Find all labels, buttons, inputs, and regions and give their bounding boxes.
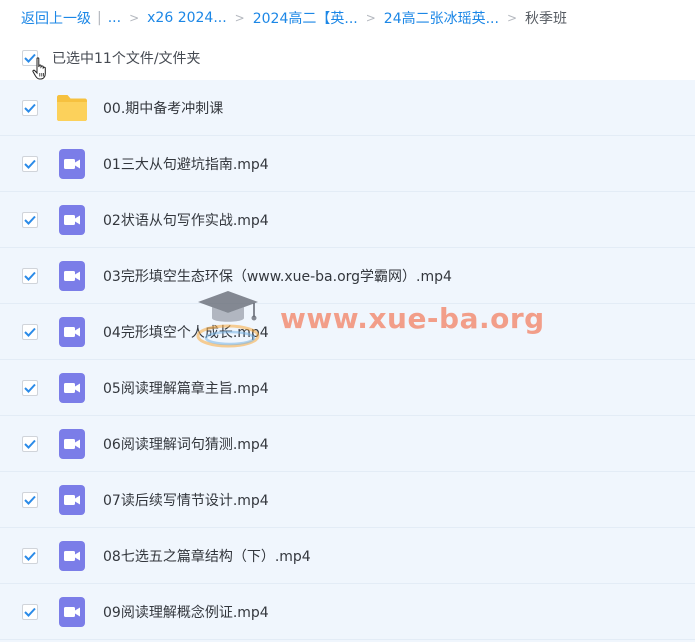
checkmark-icon: [24, 495, 36, 505]
video-file-icon: [59, 597, 85, 627]
video-file-icon: [59, 541, 85, 571]
row-checkbox[interactable]: [22, 155, 38, 172]
checkmark-icon: [24, 607, 36, 617]
checkmark-icon: [24, 103, 36, 113]
select-all-row: 已选中11个文件/文件夹: [22, 49, 201, 80]
file-name[interactable]: 03完形填空生态环保（www.xue-ba.org学霸网）.mp4: [103, 266, 452, 286]
breadcrumb-pipe: |: [97, 10, 102, 26]
checkmark-icon: [24, 383, 36, 393]
hand-pointer-icon: [32, 57, 46, 80]
file-row-video[interactable]: 05阅读理解篇章主旨.mp4: [0, 360, 695, 416]
row-checkbox[interactable]: [22, 267, 38, 284]
video-file-icon: [59, 317, 85, 347]
row-checkbox[interactable]: [22, 547, 38, 564]
chevron-right-icon: >: [365, 11, 376, 25]
checkmark-icon: [24, 551, 36, 561]
folder-icon: [57, 95, 87, 121]
file-name[interactable]: 07读后续写情节设计.mp4: [103, 490, 269, 510]
selection-count-label: 已选中11个文件/文件夹: [52, 51, 201, 67]
checkmark-icon: [24, 327, 36, 337]
file-row-video[interactable]: 01三大从句避坑指南.mp4: [0, 136, 695, 192]
video-file-icon: [59, 373, 85, 403]
breadcrumb: 返回上一级 | ... > x26 2024... > 2024高二【英... …: [21, 8, 567, 28]
file-row-folder[interactable]: 00.期中备考冲刺课: [0, 80, 695, 136]
breadcrumb-item-3[interactable]: 24高二张冰瑶英...: [384, 8, 499, 28]
row-checkbox[interactable]: [22, 211, 38, 228]
checkmark-icon: [24, 215, 36, 225]
video-file-icon: [59, 429, 85, 459]
file-name[interactable]: 05阅读理解篇章主旨.mp4: [103, 378, 269, 398]
video-file-icon: [59, 261, 85, 291]
row-checkbox[interactable]: [22, 435, 38, 452]
file-row-video[interactable]: 09阅读理解概念例证.mp4: [0, 584, 695, 640]
file-name[interactable]: 06阅读理解词句猜测.mp4: [103, 434, 269, 454]
breadcrumb-ellipsis[interactable]: ...: [108, 10, 121, 26]
file-name[interactable]: 02状语从句写作实战.mp4: [103, 210, 269, 230]
row-checkbox[interactable]: [22, 323, 38, 340]
file-row-video[interactable]: 07读后续写情节设计.mp4: [0, 472, 695, 528]
file-row-video[interactable]: 04完形填空个人成长.mp4: [0, 304, 695, 360]
file-row-video[interactable]: 08七选五之篇章结构（下）.mp4: [0, 528, 695, 584]
checkmark-icon: [24, 159, 36, 169]
row-checkbox[interactable]: [22, 99, 38, 116]
video-file-icon: [59, 485, 85, 515]
breadcrumb-back-link[interactable]: 返回上一级: [21, 8, 91, 28]
video-file-icon: [59, 205, 85, 235]
breadcrumb-current: 秋季班: [525, 11, 568, 27]
file-list: 00.期中备考冲刺课 01三大从句避坑指南.mp4 02状语从句写作实战.mp4: [0, 80, 695, 642]
row-checkbox[interactable]: [22, 491, 38, 508]
file-name[interactable]: 08七选五之篇章结构（下）.mp4: [103, 546, 311, 566]
header: 返回上一级 | ... > x26 2024... > 2024高二【英... …: [0, 0, 695, 80]
video-file-icon: [59, 149, 85, 179]
chevron-right-icon: >: [129, 11, 140, 25]
file-name[interactable]: 04完形填空个人成长.mp4: [103, 322, 269, 342]
file-name[interactable]: 09阅读理解概念例证.mp4: [103, 602, 269, 622]
file-name[interactable]: 00.期中备考冲刺课: [103, 98, 223, 118]
file-row-video[interactable]: 03完形填空生态环保（www.xue-ba.org学霸网）.mp4: [0, 248, 695, 304]
row-checkbox[interactable]: [22, 603, 38, 620]
chevron-right-icon: >: [506, 11, 518, 25]
row-checkbox[interactable]: [22, 379, 38, 396]
checkmark-icon: [24, 439, 36, 449]
file-row-video[interactable]: 02状语从句写作实战.mp4: [0, 192, 695, 248]
checkmark-icon: [24, 271, 36, 281]
chevron-right-icon: >: [234, 11, 245, 25]
breadcrumb-item-1[interactable]: x26 2024...: [147, 10, 227, 26]
breadcrumb-item-2[interactable]: 2024高二【英...: [253, 8, 358, 28]
file-row-video[interactable]: 06阅读理解词句猜测.mp4: [0, 416, 695, 472]
file-name[interactable]: 01三大从句避坑指南.mp4: [103, 154, 269, 174]
